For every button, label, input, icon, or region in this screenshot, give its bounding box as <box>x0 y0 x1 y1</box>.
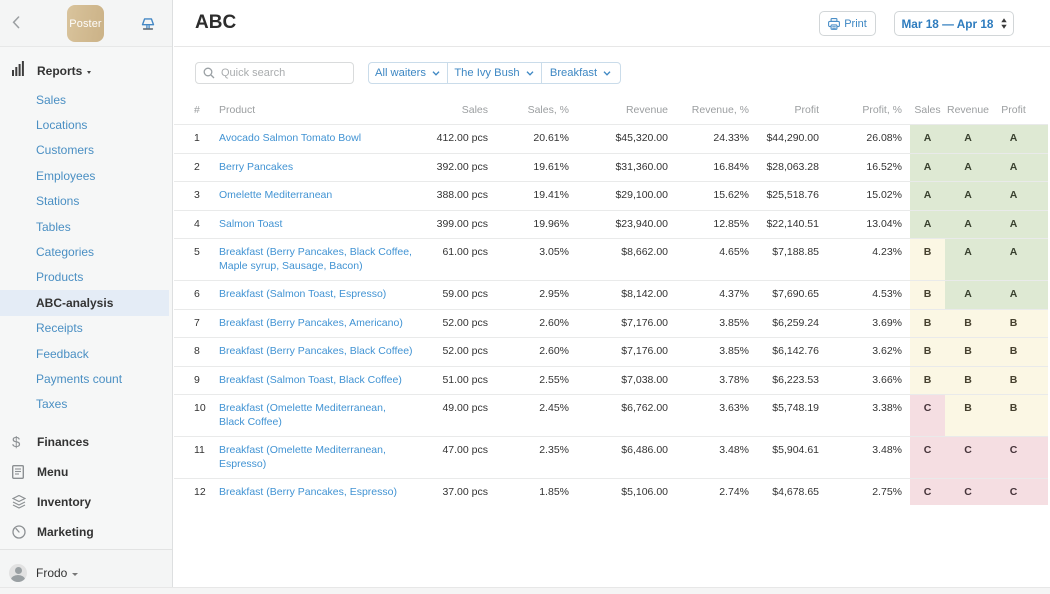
svg-text:$: $ <box>12 434 21 450</box>
